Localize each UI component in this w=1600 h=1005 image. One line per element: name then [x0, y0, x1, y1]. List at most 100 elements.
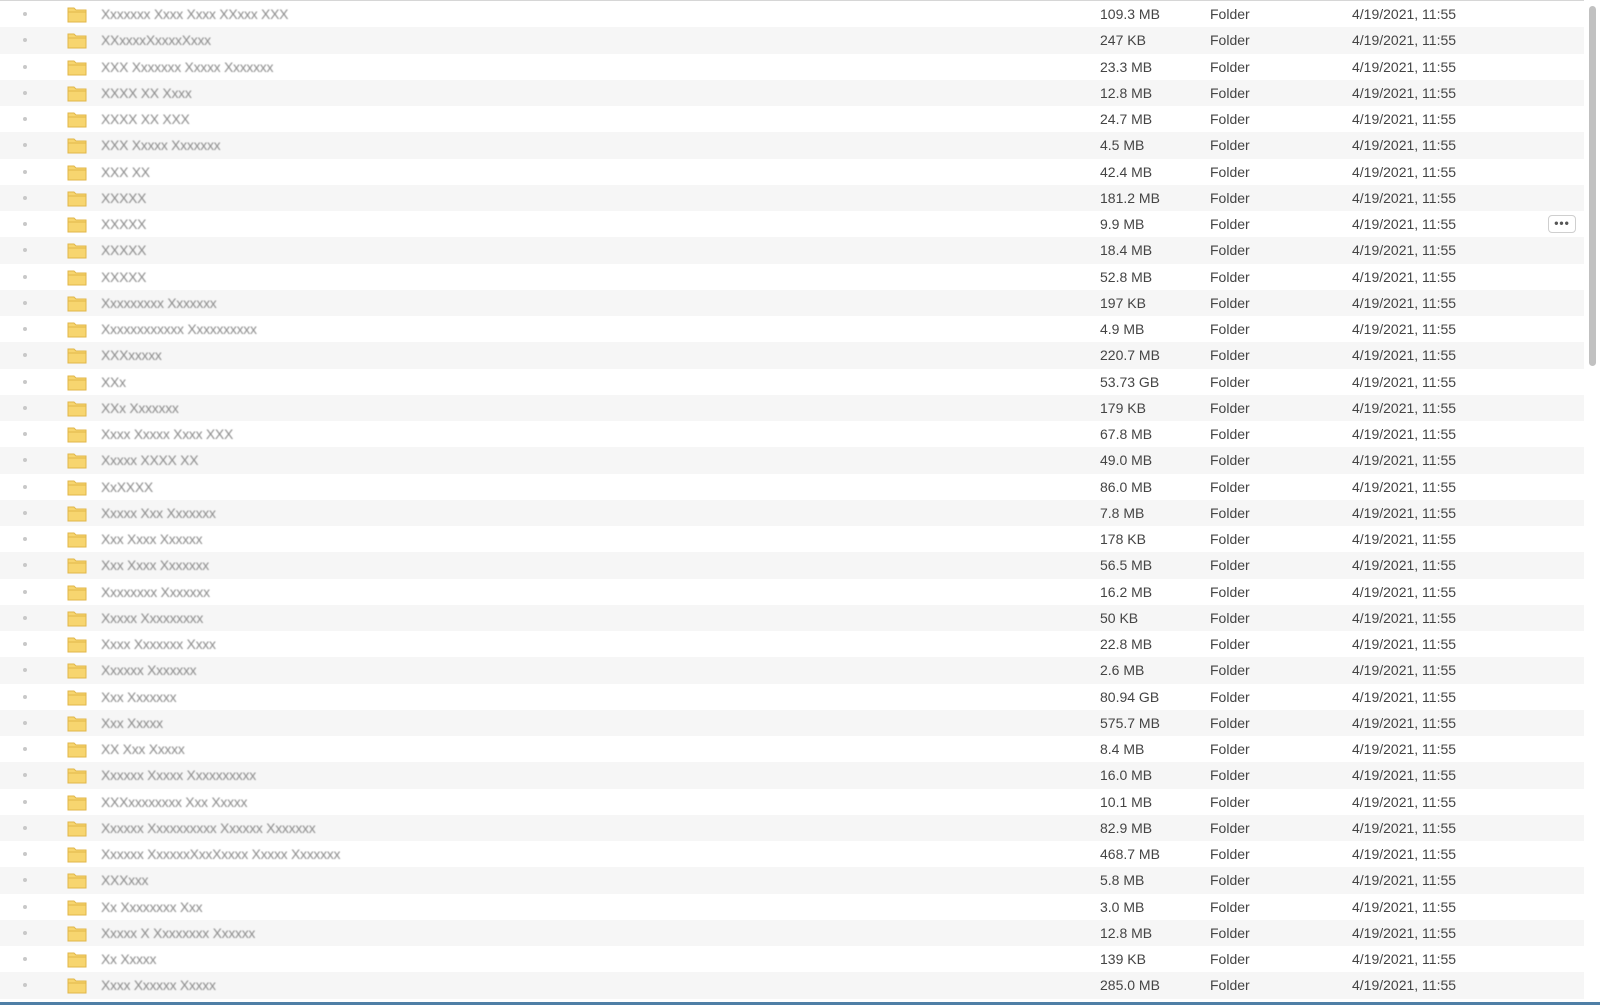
file-row[interactable]: XXXxxxxxxxx Xxx Xxxxx 10.1 MB Folder 4/19/2… [0, 789, 1584, 815]
file-name[interactable]: Xxxxx Xxx Xxxxxxx [101, 504, 216, 522]
row-select-dot[interactable] [23, 274, 27, 279]
row-select-dot[interactable] [23, 799, 27, 804]
file-row[interactable]: Xxx Xxxxx 575.7 MB Folder 4/19/2021, 11:55 [0, 709, 1584, 736]
file-row[interactable]: XxXXXX 86.0 MB Folder 4/19/2021, 11:55 [0, 474, 1584, 500]
file-row[interactable]: Xxxxx Xxx Xxxxxxx 7.8 MB Folder 4/19/2021, … [0, 499, 1584, 526]
row-select-dot[interactable] [23, 405, 27, 410]
file-row[interactable]: Xxxx Xxxxxx Xxxxx 285.0 MB Folder 4/19/2021… [0, 972, 1584, 999]
file-row[interactable]: Xxxxx X Xxxxxxxx Xxxxxx 12.8 MB Folder 4/19… [0, 919, 1584, 946]
file-row[interactable]: XXX Xxxxxxx Xxxxx Xxxxxxx 23.3 MB Folder 4/… [0, 54, 1584, 80]
file-name[interactable]: Xxxx Xxxxxx Xxxxx [101, 976, 216, 994]
file-row[interactable]: Xxxxx Xxxxxxxxx 50 KB Folder 4/19/2021, 11:… [0, 604, 1584, 631]
row-select-dot[interactable] [23, 143, 27, 148]
file-name[interactable]: XxXXXX [101, 478, 153, 496]
file-row[interactable]: Xxxxxxx Xxxx Xxxx XXxxx XXX 109.3 MB Folde… [0, 1, 1584, 27]
file-name[interactable]: XXXXX [101, 215, 147, 233]
file-name[interactable]: Xxxxxx Xxxxxxx [101, 661, 197, 679]
scrollbar-thumb[interactable] [1589, 6, 1596, 366]
file-name[interactable]: XXx [101, 373, 126, 391]
row-select-dot[interactable] [23, 930, 27, 935]
file-row[interactable]: Xxx Xxxx Xxxxxxx 56.5 MB Folder 4/19/2021, … [0, 552, 1584, 579]
row-select-dot[interactable] [23, 248, 27, 253]
file-row[interactable]: Xxxxxx Xxxxx Xxxxxxxxxx 16.0 MB Folder 4/19… [0, 762, 1584, 789]
row-select-dot[interactable] [23, 432, 27, 436]
file-name[interactable]: Xxxx Xxxxx Xxxx XXX [101, 425, 233, 443]
file-row[interactable]: XXXX XX XXX 24.7 MB Folder 4/19/2021, 11:55 [0, 106, 1584, 132]
row-select-dot[interactable] [23, 169, 27, 174]
file-name[interactable]: Xxxxx X Xxxxxxxx Xxxxxx [101, 924, 255, 942]
file-name[interactable]: XXxxxxXxxxxXxxx [101, 31, 211, 49]
file-row[interactable]: XXXXX 181.2 MB Folder 4/19/2021, 11:55 [0, 184, 1584, 211]
file-row[interactable]: Xx Xxxxxxxx Xxx 3.0 MB Folder 4/19/2021, 11… [0, 894, 1584, 920]
file-row[interactable]: XXx 53.73 GB Folder 4/19/2021, 11:55 [0, 369, 1584, 395]
row-select-dot[interactable] [23, 642, 27, 646]
file-row[interactable]: Xxxxxx Xxxxxxx 2.6 MB Folder 4/19/2021, 11:… [0, 657, 1584, 684]
vertical-scrollbar[interactable] [1584, 0, 1600, 1002]
file-name[interactable]: XXX XX [101, 163, 150, 181]
file-row[interactable]: Xxxxx XXXX XX 49.0 MB Folder 4/19/2021, 11:… [0, 447, 1584, 474]
file-row[interactable]: XXXxxx 5.8 MB Folder 4/19/2021, 11:55 [0, 867, 1584, 894]
row-select-dot[interactable] [23, 694, 27, 699]
row-select-dot[interactable] [23, 90, 27, 95]
row-select-dot[interactable] [23, 773, 27, 778]
row-select-dot[interactable] [23, 300, 27, 305]
file-name[interactable]: Xxxxxxx Xxxx Xxxx XXxxx XXX [101, 5, 288, 23]
file-name[interactable]: Xxxxxx Xxxxx Xxxxxxxxxx [101, 766, 256, 784]
row-select-dot[interactable] [23, 904, 27, 909]
more-icon[interactable]: ••• [1548, 215, 1576, 233]
row-select-dot[interactable] [23, 195, 27, 200]
row-select-dot[interactable] [23, 458, 27, 463]
file-name[interactable]: Xxxxx XXXX XX [101, 451, 199, 469]
file-name[interactable]: XXXXX [101, 268, 147, 286]
file-row[interactable]: Xxxxxxxxx Xxxxxxx 197 KB Folder 4/19/2021, … [0, 289, 1584, 316]
file-name[interactable]: XXXxxxxx [101, 346, 162, 364]
row-select-dot[interactable] [23, 64, 27, 69]
file-row[interactable]: XXXxxxxx 220.7 MB Folder 4/19/2021, 11:55 [0, 342, 1584, 369]
file-row[interactable]: XXXXX 9.9 MB Folder 4/19/2021, 11:55 ••• [0, 211, 1584, 237]
row-select-dot[interactable] [23, 615, 27, 620]
row-select-dot[interactable] [23, 537, 27, 541]
file-row[interactable]: Xxxxxxxxxxxx Xxxxxxxxxx 4.9 MB Folder 4/19/… [0, 316, 1584, 342]
file-name[interactable]: Xxxxx Xxxxxxxxx [101, 609, 203, 627]
file-name[interactable]: XXXxxxxxxxx Xxx Xxxxx [101, 793, 247, 811]
row-select-dot[interactable] [23, 878, 27, 883]
row-select-dot[interactable] [23, 668, 27, 673]
file-row[interactable]: Xxxx Xxxxx Xxxx XXX 67.8 MB Folder 4/19/202… [0, 421, 1584, 447]
row-select-dot[interactable] [23, 117, 27, 121]
row-select-dot[interactable] [23, 852, 27, 856]
file-row[interactable]: XXx Xxxxxxx 179 KB Folder 4/19/2021, 11:55 [0, 394, 1584, 421]
file-row[interactable]: XXX XX 42.4 MB Folder 4/19/2021, 11:55 [0, 159, 1584, 185]
file-name[interactable]: Xxx Xxxxxxx [101, 688, 177, 706]
file-name[interactable]: Xx Xxxxx [101, 950, 156, 968]
row-select-dot[interactable] [23, 825, 27, 830]
row-select-dot[interactable] [23, 222, 27, 226]
file-name[interactable]: Xxxxxx Xxxxxxxxxx Xxxxxx Xxxxxxx [101, 819, 316, 837]
file-row[interactable]: Xx Xxxxx 139 KB Folder 4/19/2021, 11:55 [0, 946, 1584, 972]
file-name[interactable]: XXXXX [101, 189, 147, 207]
file-row[interactable]: Xxx Xxxxxxx 80.94 GB Folder 4/19/2021, 11:5… [0, 684, 1584, 710]
file-name[interactable]: XXXX XX Xxxx [101, 84, 192, 102]
file-row[interactable]: XXxxxxXxxxxXxxx 247 KB Folder 4/19/2021, 11… [0, 27, 1584, 54]
file-name[interactable]: XXx Xxxxxxx [101, 399, 179, 417]
file-row[interactable]: XXXX XX Xxxx 12.8 MB Folder 4/19/2021, 11:5… [0, 79, 1584, 106]
file-name[interactable]: Xxx Xxxx Xxxxxx [101, 530, 203, 548]
row-select-dot[interactable] [23, 510, 27, 515]
row-select-dot[interactable] [23, 957, 27, 961]
row-select-dot[interactable] [23, 353, 27, 358]
row-select-dot[interactable] [23, 12, 27, 16]
file-row[interactable]: XX Xxx Xxxxx 8.4 MB Folder 4/19/2021, 11:55 [0, 736, 1584, 762]
file-row[interactable]: Xxxxxxxx Xxxxxxx 16.2 MB Folder 4/19/2021, … [0, 579, 1584, 605]
row-select-dot[interactable] [23, 484, 27, 489]
file-name[interactable]: Xxxxxxxxx Xxxxxxx [101, 294, 217, 312]
file-name[interactable]: Xxxxxx XxxxxxXxxXxxxx Xxxxx Xxxxxxx [101, 845, 341, 863]
row-select-dot[interactable] [23, 720, 27, 725]
row-select-dot[interactable] [23, 747, 27, 751]
row-select-dot[interactable] [23, 589, 27, 594]
file-row[interactable]: XXXXX 18.4 MB Folder 4/19/2021, 11:55 [0, 237, 1584, 264]
file-name[interactable]: XXXX XX XXX [101, 110, 190, 128]
file-name[interactable]: Xxxxxxxx Xxxxxxx [101, 583, 210, 601]
file-name[interactable]: Xxx Xxxxx [101, 714, 163, 732]
file-row[interactable]: Xxxxxx XxxxxxXxxXxxxx Xxxxx Xxxxxxx 468.7… [0, 841, 1584, 867]
file-name[interactable]: Xxxx Xxxxxxx Xxxx [101, 635, 216, 653]
file-row[interactable]: Xxxxxx Xxxxxxxxxx Xxxxxx Xxxxxxx 82.9 MB F… [0, 814, 1584, 841]
